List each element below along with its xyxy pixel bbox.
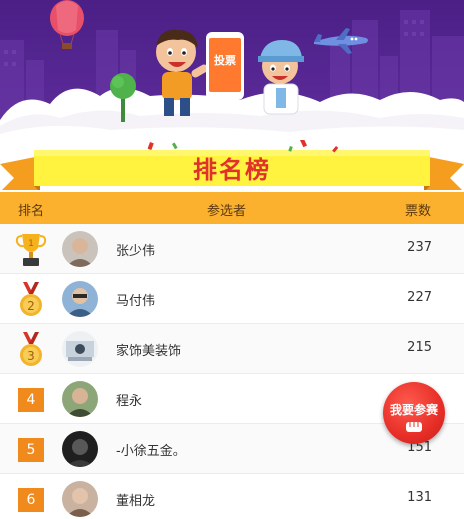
banner: 投票 排名榜 [0, 0, 464, 190]
avatar [62, 481, 98, 517]
svg-text:2: 2 [27, 299, 35, 313]
table-row[interactable]: 2 马付伟 227 [0, 274, 464, 324]
silver-medal-icon: 2 [20, 282, 42, 316]
candidate-name: 程永 [116, 394, 143, 409]
candidate-name: 马付伟 [116, 294, 156, 309]
table-row[interactable]: 3 家饰美装饰 215 [0, 324, 464, 374]
avatar [62, 231, 98, 267]
avatar [62, 381, 98, 417]
avatar [62, 431, 98, 467]
column-header-candidate: 参选者 [207, 204, 247, 219]
bronze-medal-icon: 3 [20, 332, 42, 366]
vote-count: 215 [407, 340, 432, 355]
tree-icon [110, 73, 136, 122]
rank-number-badge: 4 [18, 388, 44, 412]
candidate-name: 张少伟 [116, 244, 156, 259]
ranking-list: 1 张少伟 237 2 马付伟 227 3 家饰美装饰 215 4 程永 5 -… [0, 224, 464, 519]
table-header: 排名 参选者 票数 [0, 192, 464, 224]
candidate-name: 董相龙 [116, 494, 156, 509]
column-header-rank: 排名 [18, 204, 45, 219]
page-title: 排名榜 [193, 156, 271, 184]
svg-text:3: 3 [27, 349, 35, 363]
rank-number-badge: 5 [18, 438, 44, 462]
phone-vote-label: 投票 [214, 54, 236, 67]
cheering-boy-illustration [156, 29, 209, 116]
join-contest-label: 我要参赛 [389, 403, 438, 417]
table-row[interactable]: 6 董相龙 131 [0, 474, 464, 519]
vote-count: 131 [407, 490, 432, 505]
vote-count: 237 [407, 240, 432, 255]
candidate-name: 家饰美装饰 [116, 344, 182, 359]
vote-count: 227 [407, 290, 432, 305]
fist-icon [406, 422, 422, 432]
avatar [62, 331, 98, 367]
svg-text:1: 1 [28, 239, 34, 249]
column-header-votes: 票数 [405, 204, 432, 219]
candidate-name: -小徐五金。 [116, 444, 186, 459]
rank-number-badge: 6 [18, 488, 44, 512]
avatar [62, 281, 98, 317]
table-row[interactable]: 1 张少伟 237 [0, 224, 464, 274]
gold-trophy-icon: 1 [15, 234, 47, 266]
doctor-illustration [258, 40, 304, 115]
join-contest-button[interactable]: 我要参赛 [383, 382, 445, 444]
